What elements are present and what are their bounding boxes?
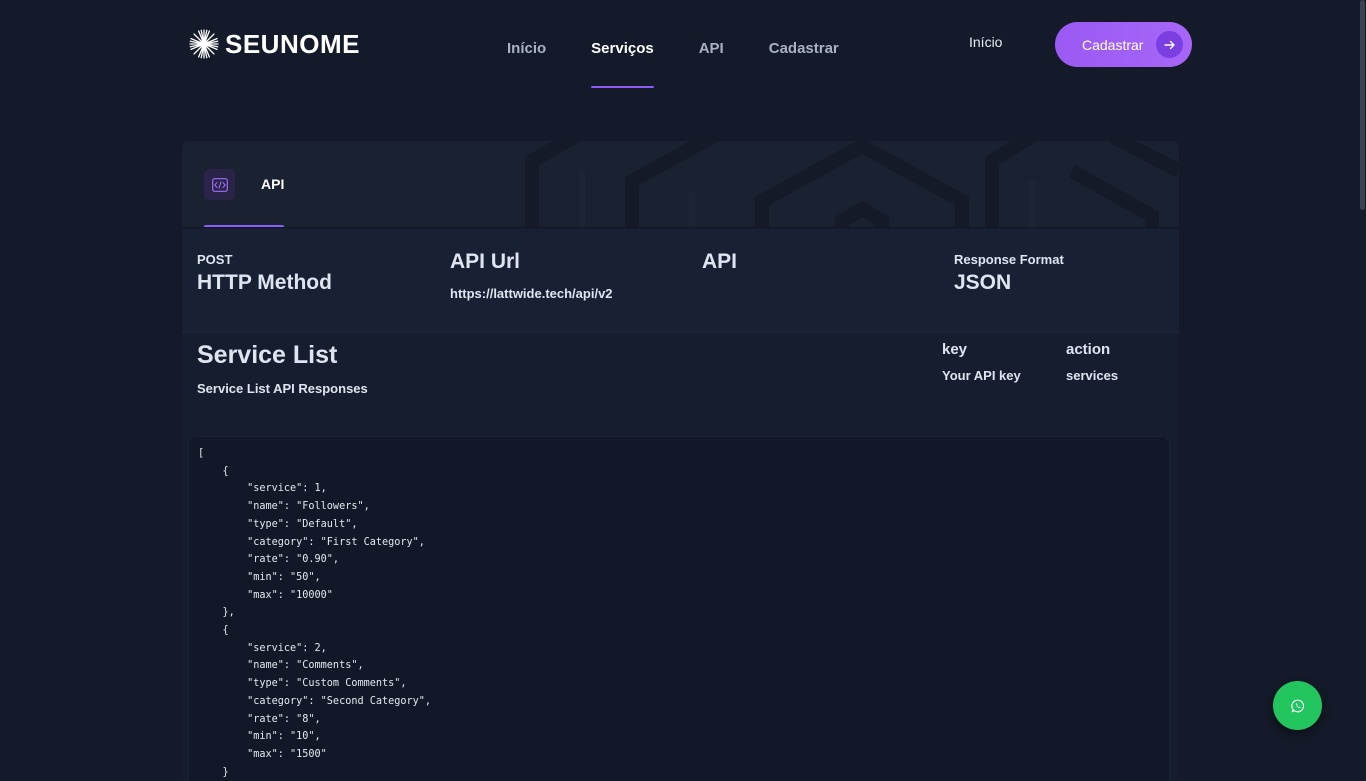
tab-api[interactable]: API: [204, 141, 285, 227]
response-format-label: Response Format: [954, 252, 1064, 267]
api-url-value[interactable]: https://lattwide.tech/api/v2: [450, 286, 613, 301]
whatsapp-button[interactable]: [1273, 681, 1322, 730]
tab-api-label: API: [261, 176, 285, 192]
nav-item-api[interactable]: API: [699, 38, 724, 88]
response-code-block[interactable]: [ { "service": 1, "name": "Followers", "…: [188, 436, 1170, 781]
response-json: [ { "service": 1, "name": "Followers", "…: [198, 448, 432, 778]
http-method-label: HTTP Method: [197, 271, 332, 294]
hexagon-pattern-icon: [525, 141, 1179, 227]
page-scrollbar-thumb[interactable]: [1360, 0, 1365, 210]
nav-item-servicos[interactable]: Serviços: [591, 38, 654, 88]
api-info-row: POST HTTP Method API Url https://lattwid…: [182, 229, 1179, 333]
site-header: SEUNOME Início Serviços API Cadastrar In…: [0, 0, 1366, 90]
param-action-value: services: [1066, 368, 1119, 383]
whatsapp-icon: [1290, 699, 1304, 712]
card-tabbar: API: [182, 141, 1179, 228]
code-icon: [204, 169, 235, 200]
param-action-label: action: [1066, 341, 1111, 358]
api-url-label: API Url: [450, 250, 521, 273]
response-format-value: JSON: [954, 271, 1012, 294]
param-key-label: key: [942, 341, 968, 358]
main-nav: Início Serviços API Cadastrar: [507, 38, 839, 88]
brand-name: SEUNOME: [225, 28, 360, 59]
service-list-subtitle: Service List API Responses: [197, 381, 368, 396]
brand-logo[interactable]: SEUNOME: [189, 28, 360, 60]
http-method-value: POST: [197, 252, 233, 267]
api-name-label: API: [702, 250, 738, 273]
signup-button-label: Cadastrar: [1082, 36, 1144, 53]
nav-item-inicio[interactable]: Início: [507, 38, 546, 88]
starburst-logo-icon: [189, 29, 219, 59]
api-card: API POST HTTP Method API Url https://lat…: [182, 141, 1179, 781]
login-link[interactable]: Início: [969, 34, 1002, 50]
signup-button[interactable]: Cadastrar: [1055, 22, 1192, 67]
service-list-title: Service List: [197, 341, 338, 369]
tab-active-indicator: [204, 225, 284, 227]
nav-item-cadastrar[interactable]: Cadastrar: [769, 38, 839, 88]
arrow-right-icon: [1156, 31, 1183, 58]
param-key-value: Your API key: [942, 368, 1021, 383]
